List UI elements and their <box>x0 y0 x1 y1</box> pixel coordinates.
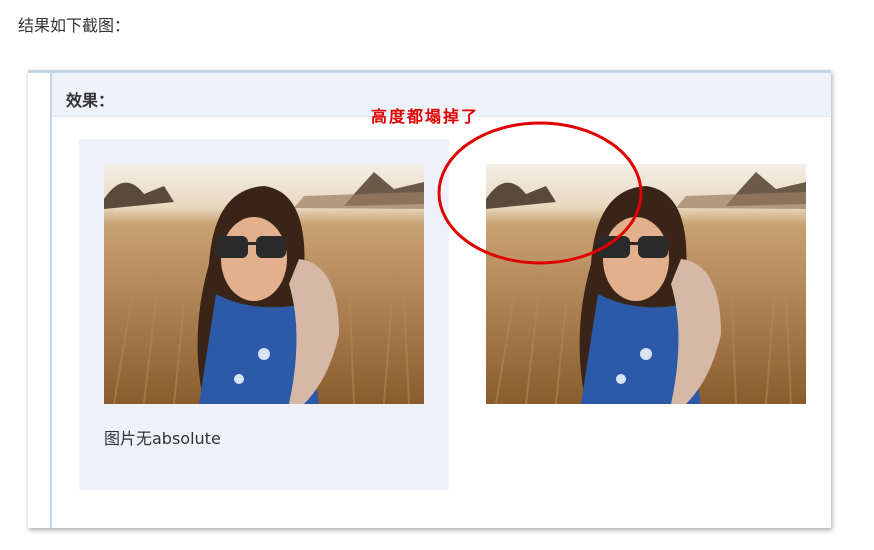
intro-text: 结果如下截图： <box>18 16 131 35</box>
photo-left <box>104 164 424 404</box>
panel-title: 效果： <box>66 91 115 110</box>
panel-left-border <box>50 73 52 528</box>
photo-woman-in-field-icon <box>104 164 424 404</box>
annotation-circle-icon <box>437 121 643 265</box>
left-caption: 图片无absolute <box>104 429 221 448</box>
